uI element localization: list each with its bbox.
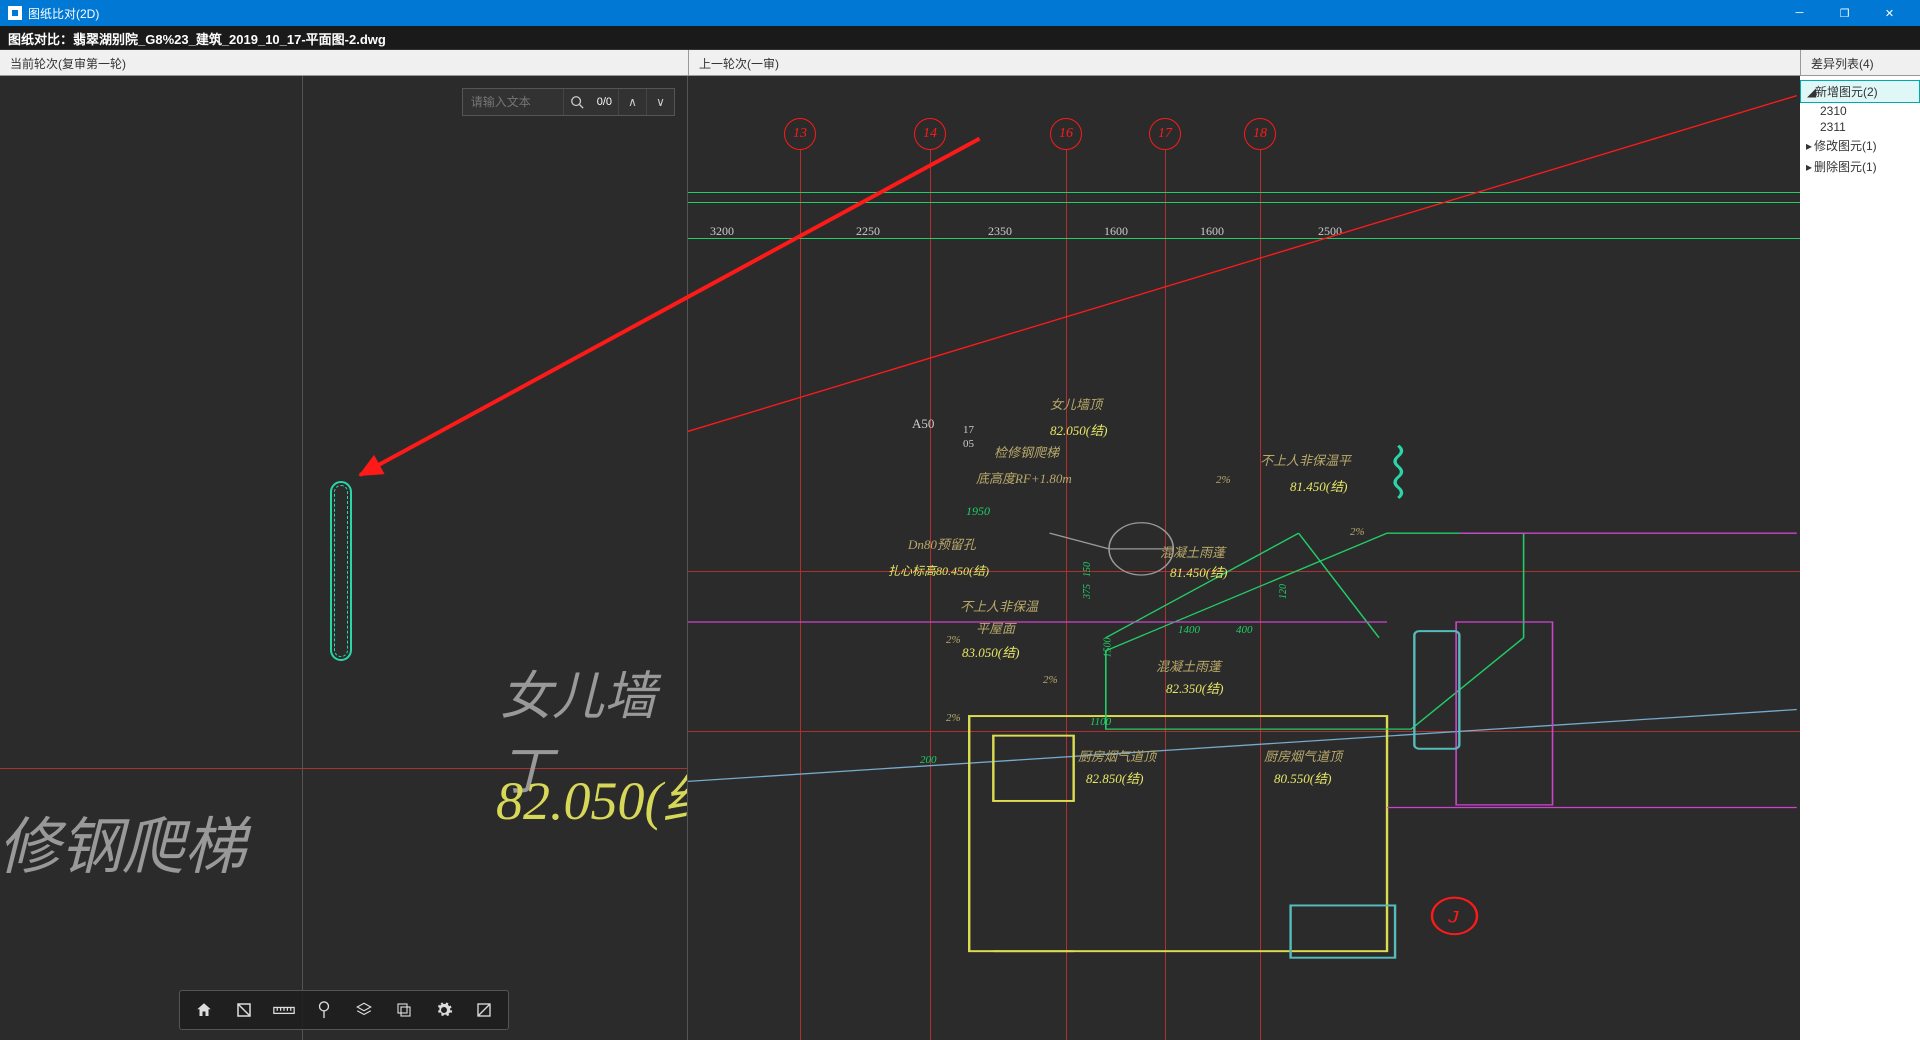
e82350: 82.350(结) — [1166, 678, 1223, 697]
rain1: 混凝土雨蓬 — [1160, 542, 1225, 561]
d1100: 1100 — [1090, 716, 1111, 728]
noinsul2: 不上人非保温 — [960, 596, 1038, 615]
e83050: 83.050(结) — [962, 642, 1019, 661]
maximize-button[interactable]: ❐ — [1822, 0, 1867, 26]
axis-16: 16 — [1050, 118, 1082, 150]
dim-1600a: 1600 — [1104, 224, 1128, 239]
search-count: 0/0 — [591, 96, 618, 108]
close-button[interactable]: ✕ — [1867, 0, 1912, 26]
dim-2250: 2250 — [856, 224, 880, 239]
d400: 400 — [1236, 624, 1253, 636]
d375: 375 — [1082, 584, 1093, 599]
pc2e: 2% — [946, 712, 961, 724]
right-canvas[interactable]: 13 14 16 17 18 3200 2250 2350 1600 1600 … — [688, 76, 1800, 1040]
search-next-icon[interactable]: ∨ — [646, 89, 674, 115]
ladder-note2: 底高度RF+1.80m — [976, 468, 1072, 487]
left-canvas[interactable]: 女儿墙丁 82.050(约 修钢爬梯 0/0 ∧ ∨ — [0, 76, 688, 1040]
dn80: Dn80预留孔 — [908, 534, 976, 553]
search-input[interactable] — [463, 95, 563, 109]
fit-icon[interactable] — [226, 994, 262, 1026]
pc2c: 2% — [946, 634, 961, 646]
dim-3200: 3200 — [710, 224, 734, 239]
e82850: 82.850(结) — [1086, 768, 1143, 787]
kitchen2: 厨房烟气道顶 — [1264, 746, 1342, 765]
n17: 17 — [963, 424, 974, 436]
elev-82050: 82.050(约 — [496, 756, 688, 835]
diff-group-mod[interactable]: ▸修改图元(1) — [1800, 135, 1920, 156]
gear-icon[interactable] — [426, 994, 462, 1026]
axis-14: 14 — [914, 118, 946, 150]
rain2: 混凝土雨蓬 — [1156, 656, 1221, 675]
minimize-button[interactable]: ─ — [1777, 0, 1822, 26]
dim-1600b: 1600 — [1200, 224, 1224, 239]
d1400: 1400 — [1178, 624, 1200, 636]
right-pane-header: 上一轮次(一审) — [688, 50, 1800, 75]
pc2b: 2% — [1350, 526, 1365, 538]
diff-panel: ◢新增图元(2) 2310 2311 ▸修改图元(1) ▸删除图元(1) — [1800, 76, 1920, 1040]
view-toolbar — [179, 990, 509, 1030]
pin-icon[interactable] — [306, 994, 342, 1026]
a50-label: A50 — [912, 416, 934, 432]
search-icon[interactable] — [563, 89, 591, 115]
new-element-highlight[interactable] — [330, 481, 352, 661]
d1500: 1500 — [1103, 638, 1114, 658]
diff-group-del[interactable]: ▸删除图元(1) — [1800, 156, 1920, 177]
copy-icon[interactable] — [386, 994, 422, 1026]
d1950: 1950 — [966, 504, 990, 519]
noinsul1: 不上人非保温平 — [1260, 450, 1351, 469]
diff-group-new[interactable]: ◢新增图元(2) — [1800, 80, 1920, 103]
diff-pane-header: 差异列表(4) — [1800, 50, 1920, 75]
axis-18: 18 — [1244, 118, 1276, 150]
home-icon[interactable] — [186, 994, 222, 1026]
wall-top: 女儿墙顶 — [1050, 394, 1102, 413]
roof: 平屋面 — [976, 618, 1015, 637]
diff-item-2311[interactable]: 2311 — [1800, 119, 1920, 135]
pc2d: 2% — [1043, 674, 1058, 686]
app-icon — [8, 6, 22, 20]
axis-17: 17 — [1149, 118, 1181, 150]
window-title: 图纸比对(2D) — [28, 5, 1777, 22]
axis-13: 13 — [784, 118, 816, 150]
ladder-label: 修钢爬梯 — [0, 796, 246, 886]
dim-2350: 2350 — [988, 224, 1012, 239]
elev80: 扎心标高80.450(结) — [888, 562, 989, 579]
layers-icon[interactable] — [346, 994, 382, 1026]
left-pane-header: 当前轮次(复审第一轮) — [0, 50, 688, 75]
diff-item-2310[interactable]: 2310 — [1800, 103, 1920, 119]
e80550: 80.550(结) — [1274, 768, 1331, 787]
ruler-icon[interactable] — [266, 994, 302, 1026]
dim-2500: 2500 — [1318, 224, 1342, 239]
search-prev-icon[interactable]: ∧ — [618, 89, 646, 115]
pc2a: 2% — [1216, 474, 1231, 486]
document-title: 图纸对比：翡翠湖别院_G8%23_建筑_2019_10_17-平面图-2.dwg — [0, 26, 1920, 50]
svg-text:J: J — [1447, 908, 1459, 927]
ladder-note1: 检修钢爬梯 — [994, 442, 1059, 461]
n05: 05 — [963, 438, 974, 450]
e81450b: 81.450(结) — [1170, 562, 1227, 581]
d120: 120 — [1278, 584, 1289, 599]
e82050: 82.050(结) — [1050, 420, 1107, 439]
e81450: 81.450(结) — [1290, 476, 1347, 495]
kitchen1: 厨房烟气道顶 — [1078, 746, 1156, 765]
d200: 200 — [920, 754, 937, 766]
fullscreen-icon[interactable] — [466, 994, 502, 1026]
search-toolbar: 0/0 ∧ ∨ — [462, 88, 675, 116]
d150: 150 — [1082, 562, 1093, 577]
